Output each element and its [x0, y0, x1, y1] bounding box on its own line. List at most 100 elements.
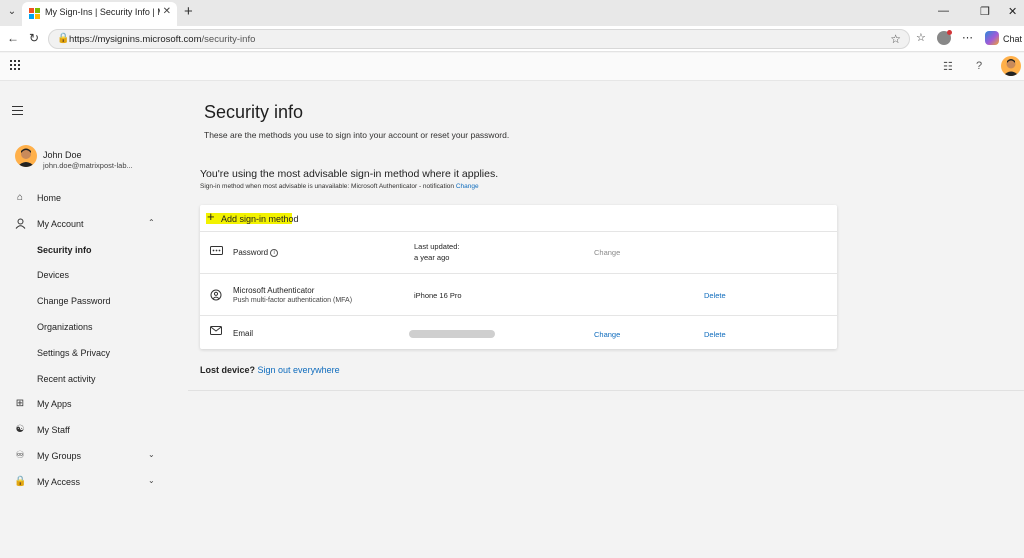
methods-card: + Add sign-in method Password i Last upda… [200, 205, 837, 349]
sidebar-item-label: Devices [37, 270, 70, 280]
sidebar-item-label: My Groups [37, 451, 82, 461]
method-name: Password i [233, 248, 279, 257]
chevron-down-icon[interactable]: ⌄ [148, 476, 155, 485]
user-avatar [15, 145, 37, 167]
sidebar-item-label: My Apps [37, 399, 72, 409]
redacted-email-value [409, 330, 495, 338]
method-row-authenticator: Microsoft Authenticator Push multi-facto… [200, 274, 837, 316]
sidebar-item-label: My Access [37, 477, 81, 487]
method-subtitle: Push multi-factor authentication (MFA) [233, 297, 353, 304]
url-field[interactable]: 🔒 https://mysignins.microsoft.com/securi… [48, 29, 910, 49]
groups-icon: ♾ [15, 450, 25, 461]
sidebar-item-settings-privacy[interactable]: Settings & Privacy [0, 343, 188, 363]
advisable-note-text: Sign-in method when most advisable is un… [200, 183, 454, 190]
method-name: Email [233, 329, 254, 338]
browser-tab[interactable]: My Sign-Ins | Security Info | Microsoft … [22, 2, 177, 26]
sidebar-item-change-password[interactable]: Change Password [0, 291, 188, 311]
sidebar-item-label: Change Password [37, 296, 111, 306]
password-icon [209, 246, 223, 258]
chevron-up-icon[interactable]: ⌃ [148, 218, 155, 227]
sidebar-item-my-groups[interactable]: ♾ My Groups ⌄ [0, 446, 188, 466]
app-launcher-icon[interactable] [10, 60, 22, 72]
chevron-down-icon[interactable]: ⌄ [148, 450, 155, 459]
minimize-icon[interactable]: — [938, 5, 949, 17]
url-path: /security-info [201, 34, 256, 45]
tab-title: My Sign-Ins | Security Info | Microsoft [45, 7, 160, 17]
password-change-link[interactable]: Change [594, 248, 620, 257]
info-icon[interactable]: i [270, 248, 279, 257]
add-method-row: + Add sign-in method [200, 205, 837, 232]
back-icon[interactable]: ← [7, 31, 19, 45]
sidebar-item-label: Recent activity [37, 374, 96, 384]
mail-icon [209, 326, 223, 338]
home-icon: ⌂ [16, 192, 24, 203]
favorite-star-icon[interactable]: ☆ [890, 32, 901, 46]
new-tab-icon[interactable]: + [184, 3, 193, 20]
sidebar-item-home[interactable]: ⌂ Home [0, 188, 188, 208]
authenticator-delete-link[interactable]: Delete [704, 291, 726, 300]
user-person-icon [17, 148, 35, 167]
method-name: Microsoft Authenticator [233, 286, 315, 295]
user-email: john.doe@matrixpost-lab... [43, 161, 133, 170]
email-delete-link[interactable]: Delete [704, 330, 726, 339]
url-host: https://mysignins.microsoft.com [69, 34, 202, 45]
window-close-icon[interactable]: ✕ [1008, 5, 1017, 18]
account-avatar[interactable] [1001, 56, 1021, 76]
address-bar-row: ← ↻ 🔒 https://mysignins.microsoft.com/se… [0, 26, 1024, 52]
browser-tab-strip: ⌄ My Sign-Ins | Security Info | Microsof… [0, 0, 1024, 26]
sidebar-item-recent-activity[interactable]: Recent activity [0, 369, 188, 389]
sidebar-item-label: Organizations [37, 322, 93, 332]
sidebar-item-my-staff[interactable]: ☯ My Staff [0, 420, 188, 440]
restore-icon[interactable]: ❐ [980, 5, 990, 18]
sidebar-item-label: Settings & Privacy [37, 348, 111, 358]
last-updated-value: a year ago [414, 253, 450, 262]
email-change-link[interactable]: Change [594, 330, 620, 339]
organization-icon[interactable]: ☷ [943, 60, 953, 73]
sign-out-everywhere-link[interactable]: Sign out everywhere [258, 365, 340, 375]
url-text: https://mysignins.microsoft.com/security… [69, 34, 255, 45]
sidebar-item-label: Security info [37, 245, 92, 255]
person-icon [14, 218, 26, 230]
method-row-password: Password i Last updated: a year ago Chang… [200, 232, 837, 274]
sidebar-item-my-apps[interactable]: ⊞ My Apps [0, 394, 188, 414]
sidebar-item-label: Home [37, 193, 62, 203]
microsoft-logo-icon [29, 8, 40, 19]
lost-device-label: Lost device? [200, 365, 256, 375]
favorites-icon[interactable]: ☆ [916, 31, 926, 44]
content-footer-area [188, 390, 1024, 558]
chat-button[interactable]: Chat [1003, 34, 1022, 44]
copilot-icon[interactable] [985, 31, 999, 45]
authenticator-icon [209, 289, 223, 301]
method-name-text: Password [233, 248, 269, 257]
sidebar-item-my-access[interactable]: 🔒 My Access ⌄ [0, 472, 188, 492]
lock-icon: 🔒 [14, 476, 27, 487]
tab-actions-menu-icon[interactable]: ⌄ [4, 4, 20, 20]
sidebar-item-organizations[interactable]: Organizations [0, 317, 188, 337]
sidebar: John Doe john.doe@matrixpost-lab... ⌂ Ho… [0, 82, 188, 558]
site-info-icon[interactable]: 🔒 [57, 33, 69, 44]
method-row-email: Email Change Delete [200, 316, 837, 349]
advisable-note: Sign-in method when most advisable is un… [200, 183, 479, 190]
profile-notification-dot [947, 30, 952, 35]
collapse-menu-icon[interactable] [12, 106, 23, 115]
main-content: Security info These are the methods you … [188, 82, 1024, 390]
avatar-person-icon [1003, 59, 1019, 76]
default-method-change-link[interactable]: Change [456, 183, 479, 190]
device-name: iPhone 16 Pro [414, 291, 462, 300]
refresh-icon[interactable]: ↻ [29, 31, 39, 45]
apps-icon: ⊞ [15, 398, 25, 409]
page-title: Security info [204, 102, 304, 122]
help-icon[interactable]: ? [976, 60, 982, 72]
sidebar-item-security-info[interactable]: Security info [0, 240, 188, 260]
sidebar-item-my-account[interactable]: My Account ⌃ [0, 214, 188, 234]
sidebar-item-devices[interactable]: Devices [0, 265, 188, 285]
tab-close-icon[interactable]: ✕ [163, 6, 171, 17]
add-method-button[interactable]: Add sign-in method [221, 214, 299, 224]
more-menu-icon[interactable]: ⋯ [962, 31, 973, 44]
sidebar-item-label: My Account [37, 219, 84, 229]
lost-device-line: Lost device? Sign out everywhere [200, 365, 340, 375]
plus-icon[interactable]: + [207, 210, 215, 224]
sidebar-item-label: My Staff [37, 425, 70, 435]
staff-icon: ☯ [15, 424, 25, 435]
user-name: John Doe [43, 150, 82, 160]
